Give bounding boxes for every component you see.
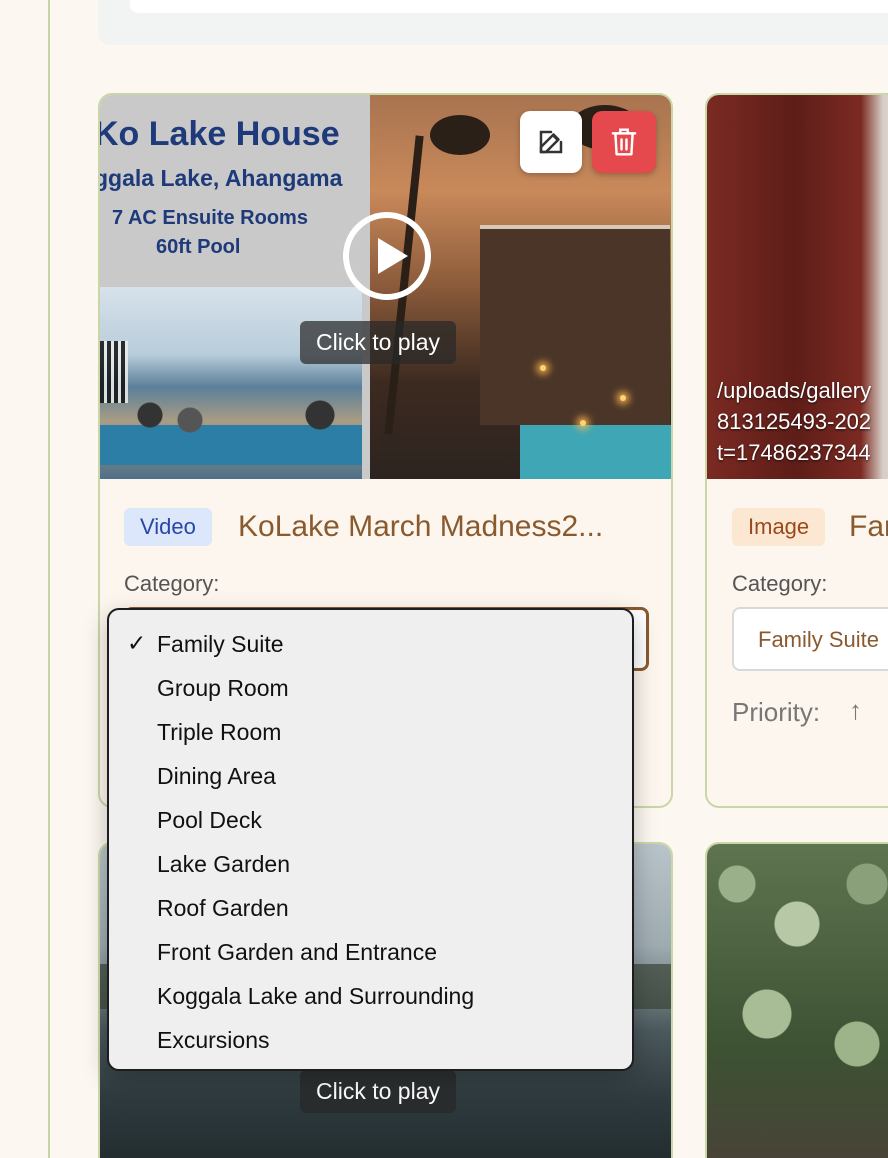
poster-title: Ko Lake House xyxy=(100,115,340,153)
lamp xyxy=(540,365,546,371)
dropdown-option-lake-garden[interactable]: Lake Garden xyxy=(109,841,632,885)
edit-button[interactable] xyxy=(520,111,582,173)
image-path-line: 813125493-202 xyxy=(717,409,872,434)
dropdown-option-roof-garden[interactable]: Roof Garden xyxy=(109,885,632,929)
filter-input[interactable] xyxy=(130,0,888,13)
dropdown-option-label: Family Suite xyxy=(157,631,284,657)
poster-line: 60ft Pool xyxy=(156,236,241,258)
media-type-badge: Video xyxy=(124,508,212,546)
dropdown-option-koggala-lake[interactable]: Koggala Lake and Surrounding xyxy=(109,973,632,1017)
dropdown-option-label: Dining Area xyxy=(157,763,276,789)
trash-icon xyxy=(611,128,637,156)
image-preview[interactable]: /uploads/gallery 813125493-202 t=1748623… xyxy=(707,95,888,479)
dropdown-option-family-suite[interactable]: ✓ Family Suite xyxy=(109,621,632,665)
category-select[interactable]: Family Suite xyxy=(732,607,888,671)
category-dropdown-menu: ✓ Family Suite Group Room Triple Room Di… xyxy=(107,608,634,1071)
pool-photo xyxy=(520,425,671,479)
dropdown-option-excursions[interactable]: Excursions xyxy=(109,1017,632,1061)
priority-label: Priority: xyxy=(732,697,821,727)
qr-code-icon xyxy=(100,341,128,403)
dropdown-option-dining-area[interactable]: Dining Area xyxy=(109,753,632,797)
dropdown-option-label: Excursions xyxy=(157,1027,270,1053)
poster-panel: Ko Lake House ggala Lake, Ahangama 7 AC … xyxy=(100,95,370,479)
category-label: Category: xyxy=(124,571,220,596)
edit-icon xyxy=(539,130,563,154)
play-icon[interactable] xyxy=(343,212,431,300)
item-title: KoLake March Madness2... xyxy=(238,510,604,543)
media-type-badge: Image xyxy=(732,508,826,546)
image-path: /uploads/gallery 813125493-202 t=1748623… xyxy=(717,375,871,468)
people-photo xyxy=(120,395,350,465)
dropdown-option-label: Triple Room xyxy=(157,719,282,745)
dropdown-option-label: Front Garden and Entrance xyxy=(157,939,437,965)
arrow-up-icon[interactable]: ↑ xyxy=(849,695,862,726)
poster-line: 7 AC Ensuite Rooms xyxy=(112,207,308,229)
dropdown-option-label: Pool Deck xyxy=(157,807,262,833)
poster-subtitle: ggala Lake, Ahangama xyxy=(100,165,343,191)
gallery-card: /uploads/gallery 813125493-202 t=1748623… xyxy=(705,93,888,808)
lamp xyxy=(580,420,586,426)
category-label: Category: xyxy=(732,571,828,596)
item-title: Far xyxy=(849,510,888,543)
dropdown-option-pool-deck[interactable]: Pool Deck xyxy=(109,797,632,841)
gallery-card xyxy=(705,842,888,1158)
image-preview[interactable] xyxy=(707,844,888,1158)
video-preview[interactable]: Ko Lake House ggala Lake, Ahangama 7 AC … xyxy=(100,95,671,479)
dropdown-option-label: Roof Garden xyxy=(157,895,289,921)
click-to-play-label: Click to play xyxy=(300,321,456,364)
click-to-play-label: Click to play xyxy=(300,1070,456,1113)
dropdown-option-triple-room[interactable]: Triple Room xyxy=(109,709,632,753)
dropdown-option-label: Lake Garden xyxy=(157,851,290,877)
dropdown-option-label: Koggala Lake and Surrounding xyxy=(157,983,475,1009)
category-select-value: Family Suite xyxy=(758,627,880,652)
palm-tree xyxy=(430,115,490,155)
image-path-line: t=17486237344 xyxy=(717,440,871,465)
delete-button[interactable] xyxy=(592,111,656,173)
checkmark-icon: ✓ xyxy=(127,630,147,656)
dropdown-option-label: Group Room xyxy=(157,675,289,701)
house-photo xyxy=(480,225,670,425)
sidebar-divider xyxy=(48,0,50,1158)
dropdown-option-group-room[interactable]: Group Room xyxy=(109,665,632,709)
dropdown-option-front-garden[interactable]: Front Garden and Entrance xyxy=(109,929,632,973)
image-path-line: /uploads/gallery xyxy=(717,378,872,403)
lamp xyxy=(620,395,626,401)
